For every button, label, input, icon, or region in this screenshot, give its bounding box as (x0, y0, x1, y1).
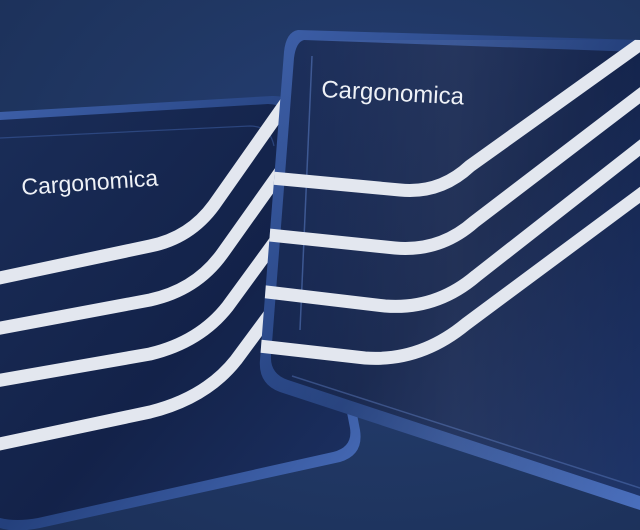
product-photo-scene: Cargonomica Cargonomica (0, 0, 640, 530)
cards-illustration: Cargonomica Cargonomica (0, 30, 640, 530)
